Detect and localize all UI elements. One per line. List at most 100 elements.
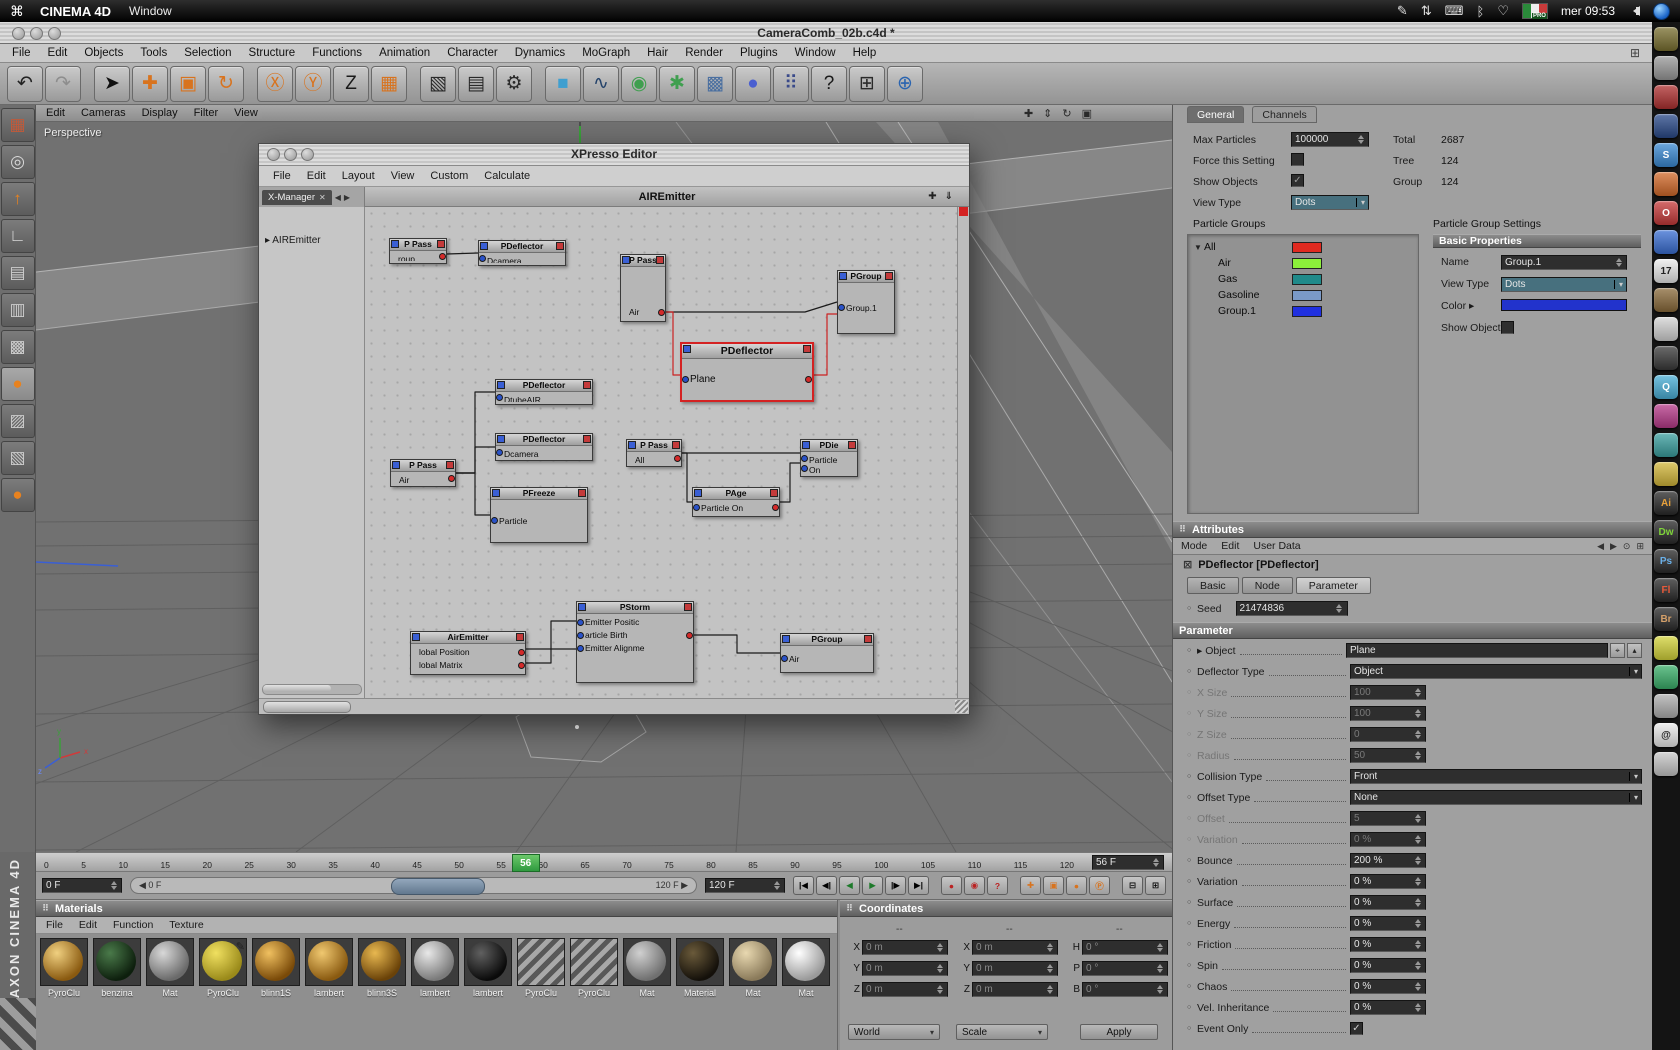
output-port[interactable]: [686, 631, 693, 639]
attributes-header[interactable]: ⠿ Attributes: [1173, 521, 1652, 538]
param-variation-field[interactable]: 0 %: [1350, 832, 1426, 847]
render-picture-icon[interactable]: ▤: [458, 65, 494, 102]
scale-icon[interactable]: ▣: [170, 65, 206, 102]
materials-menu-file[interactable]: File: [46, 919, 63, 931]
xpresso-menu-file[interactable]: File: [273, 170, 291, 182]
menu-character[interactable]: Character: [447, 47, 498, 59]
live-selection-icon[interactable]: ➤: [94, 65, 130, 102]
toggle-view-icon[interactable]: ▣: [1082, 107, 1092, 120]
anim-dot-icon[interactable]: ○: [1187, 983, 1197, 990]
menu-window[interactable]: Window: [795, 47, 836, 59]
user-menu-extra-icon[interactable]: [1653, 2, 1670, 20]
window-titlebar[interactable]: CameraComb_02b.c4d *: [0, 22, 1652, 44]
ink-menu-extra-icon[interactable]: ✎: [1397, 3, 1408, 19]
menu-help[interactable]: Help: [853, 47, 877, 59]
materials-menu-edit[interactable]: Edit: [79, 919, 97, 931]
anim-dot-icon[interactable]: ○: [1187, 689, 1197, 696]
input-port[interactable]: [682, 375, 689, 383]
xpresso-node-pdeflector-4[interactable]: PDeflector Plane: [680, 342, 814, 402]
dock-app-25[interactable]: @: [1654, 723, 1678, 747]
anim-dot-icon[interactable]: ○: [1187, 1004, 1197, 1011]
param-friction-field[interactable]: 0 %: [1350, 937, 1426, 952]
object-mode-icon[interactable]: ●: [0, 367, 35, 401]
view-type-dropdown[interactable]: Dots ▾: [1291, 195, 1369, 210]
pick-object-icon[interactable]: ⌖: [1610, 643, 1625, 658]
subtab-channels[interactable]: Channels: [1252, 106, 1317, 123]
range-slider-thumb[interactable]: [390, 878, 485, 895]
material-item-8[interactable]: lambert: [464, 938, 512, 998]
dock-app-10[interactable]: [1654, 288, 1678, 312]
add-metaball-icon[interactable]: ●: [735, 65, 771, 102]
anim-dot-icon[interactable]: ○: [1187, 815, 1197, 822]
xpresso-menu-edit[interactable]: Edit: [307, 170, 326, 182]
menu-file[interactable]: File: [12, 47, 31, 59]
input-port[interactable]: [577, 618, 584, 626]
add-generator-icon[interactable]: ◉: [621, 65, 657, 102]
resize-grip[interactable]: [955, 700, 968, 713]
material-item-13[interactable]: Mat: [729, 938, 777, 998]
dock-app-1[interactable]: [1654, 27, 1678, 51]
coord-z-field-0[interactable]: 0 m: [862, 982, 948, 997]
input-port[interactable]: [496, 449, 503, 456]
show-objects-checkbox[interactable]: ✓: [1291, 174, 1304, 187]
xpresso-menu-calculate[interactable]: Calculate: [484, 170, 530, 182]
heart-menu-extra-icon[interactable]: ♡: [1497, 3, 1509, 19]
keyboard-menu-extra-icon[interactable]: ⌨: [1445, 3, 1464, 19]
particle-group-gasoline[interactable]: Gasoline: [1188, 287, 1418, 303]
particle-group-group-1[interactable]: Group.1: [1188, 303, 1418, 319]
dock-app-2[interactable]: [1654, 56, 1678, 80]
xpresso-node-pdeflector-1[interactable]: PDeflector Dcamera: [478, 240, 566, 266]
input-port[interactable]: [479, 255, 486, 262]
seed-field[interactable]: 21474836: [1235, 601, 1348, 616]
texture-axis-mode-icon[interactable]: ▧: [0, 441, 35, 475]
lock-x-icon[interactable]: Ⓧ: [257, 65, 293, 102]
key-parameter-button[interactable]: Ⓟ: [1089, 876, 1110, 895]
material-item-14[interactable]: Mat: [782, 938, 830, 998]
material-item-3[interactable]: ✎ PyroClu: [199, 938, 247, 998]
anim-dot-icon[interactable]: ○: [1187, 773, 1197, 780]
material-item-2[interactable]: Mat: [146, 938, 194, 998]
anim-dot-icon[interactable]: ○: [1187, 941, 1197, 948]
xpresso-menu-view[interactable]: View: [391, 170, 415, 182]
input-port[interactable]: [577, 644, 584, 652]
output-port[interactable]: [772, 504, 779, 511]
xpresso-node-pdeflector-6[interactable]: PDeflector Dcamera: [495, 433, 593, 461]
xmanager-tab[interactable]: X-Manager ✕: [262, 189, 332, 205]
particle-group-color-swatch[interactable]: [1292, 257, 1322, 269]
attributes-menu-edit[interactable]: Edit: [1221, 540, 1239, 552]
anim-dot-icon[interactable]: ○: [1187, 878, 1197, 885]
input-port[interactable]: [491, 517, 498, 524]
autokey-button[interactable]: ◉: [964, 876, 985, 895]
timeline-mode-button[interactable]: ⊟: [1122, 876, 1143, 895]
xpresso-menu-custom[interactable]: Custom: [430, 170, 468, 182]
output-port[interactable]: [805, 375, 812, 383]
dock-app-16[interactable]: [1654, 462, 1678, 486]
anim-dot-icon[interactable]: ○: [1187, 899, 1197, 906]
anim-dot-icon[interactable]: ○: [1187, 647, 1197, 654]
dock-app-5[interactable]: S: [1654, 143, 1678, 167]
material-item-5[interactable]: lambert: [305, 938, 353, 998]
xpresso-node-pstorm-13[interactable]: PStorm Emitter Positic article Birth Emitte…: [576, 601, 694, 683]
force-this-setting-checkbox[interactable]: [1291, 153, 1304, 166]
param-vel-inheritance-field[interactable]: 0 %: [1350, 1000, 1426, 1015]
layout-icon[interactable]: ⊞: [1630, 46, 1640, 60]
menu-structure[interactable]: Structure: [249, 47, 296, 59]
frame-stepper[interactable]: [1151, 857, 1160, 869]
add-particles-icon[interactable]: ⠿: [773, 65, 809, 102]
scrollbar-thumb[interactable]: [263, 701, 351, 713]
output-port[interactable]: [518, 661, 525, 669]
menu-dynamics[interactable]: Dynamics: [515, 47, 565, 59]
render-view-icon[interactable]: ▧: [420, 65, 456, 102]
particle-group-color-swatch[interactable]: [1292, 305, 1322, 317]
input-port[interactable]: [496, 394, 503, 401]
anim-dot-icon[interactable]: ○: [1187, 710, 1197, 717]
anim-dot-icon[interactable]: ○: [1187, 752, 1197, 759]
content-browser-icon[interactable]: ⊕: [887, 65, 923, 102]
layout-mode-button[interactable]: ⊞: [1145, 876, 1166, 895]
layout-icon[interactable]: ⊞: [1636, 541, 1644, 552]
anim-dot-icon[interactable]: ○: [1187, 794, 1197, 801]
tree-scrollbar[interactable]: [262, 684, 362, 695]
anim-dot-icon[interactable]: ○: [1187, 731, 1197, 738]
viewport-menu-display[interactable]: Display: [142, 107, 178, 119]
subtab-general[interactable]: General: [1187, 106, 1245, 123]
